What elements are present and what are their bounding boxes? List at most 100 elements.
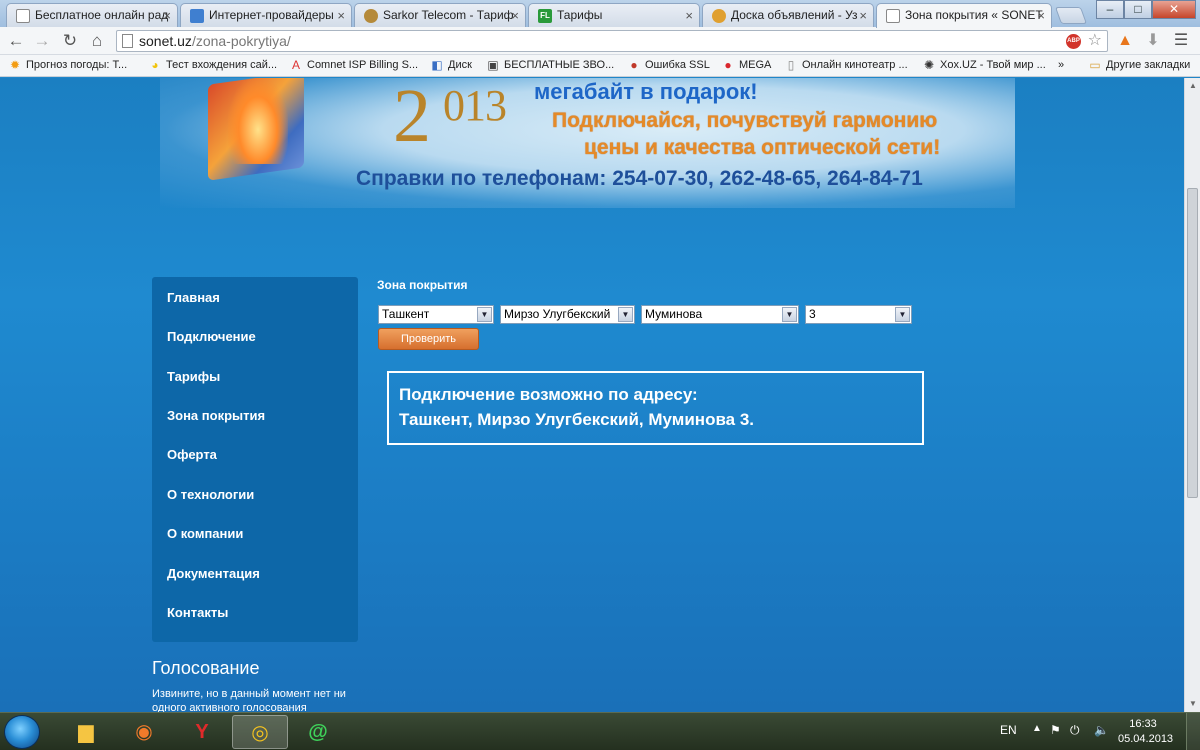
bookmarks-overflow-button[interactable]: » — [1058, 59, 1064, 71]
scroll-thumb[interactable] — [1187, 188, 1198, 498]
system-clock[interactable]: 16:33 05.04.2013 — [1118, 717, 1174, 747]
house-select[interactable]: 3 ▼ — [805, 305, 912, 324]
page-title: Зона покрытия — [377, 278, 468, 292]
tab-tariffs[interactable]: FL Тарифы × — [528, 3, 700, 27]
year-digit: 2 — [393, 78, 431, 158]
phone-icon: ▣ — [487, 58, 499, 72]
close-window-button[interactable]: ✕ — [1152, 0, 1196, 19]
city-select[interactable]: Ташкент ▼ — [378, 305, 494, 324]
scroll-up-icon[interactable]: ▲ — [1185, 78, 1200, 94]
sidebar-item-about[interactable]: О компании — [167, 526, 243, 541]
opera-icon: ● — [630, 58, 638, 72]
clock-time: 16:33 — [1129, 718, 1157, 730]
start-button[interactable] — [4, 715, 40, 749]
flag-icon[interactable]: ⚑ — [1050, 723, 1061, 737]
district-value: Мирзо Улугбекский — [504, 307, 611, 321]
sidebar-item-coverage[interactable]: Зона покрытия — [167, 408, 265, 423]
minimize-button[interactable]: – — [1096, 0, 1124, 19]
bookmark-seo-test[interactable]: ◕ Тест вхождения сай... — [148, 58, 277, 72]
volume-icon[interactable]: 🔈 — [1094, 723, 1109, 737]
tab-close-icon[interactable]: × — [859, 8, 867, 23]
home-icon[interactable]: ⌂ — [87, 31, 107, 51]
sidebar-item-technology[interactable]: О технологии — [167, 487, 254, 502]
tab-close-icon[interactable]: × — [163, 8, 171, 23]
provider-icon — [190, 9, 204, 23]
tray-expand-icon[interactable]: ▲ — [1032, 723, 1042, 734]
bookmark-label: Другие закладки — [1106, 59, 1191, 71]
tab-board[interactable]: Доска объявлений - Уз × — [702, 3, 874, 27]
browser-toolbar: ← → ↻ ⌂ sonet.uz/zona-pokrytiya/ ABP ☆ ▲… — [0, 27, 1200, 55]
tab-sarkor[interactable]: Sarkor Telecom - Тариф × — [354, 3, 526, 27]
bookmark-cinema[interactable]: ▯ Онлайн кинотеатр ... — [784, 58, 908, 72]
power-icon[interactable]: ⏻ — [1070, 723, 1080, 738]
sidebar-item-home[interactable]: Главная — [167, 290, 220, 305]
tab-coverage[interactable]: Зона покрытия « SONET × — [876, 3, 1052, 28]
clock-date: 05.04.2013 — [1118, 733, 1174, 745]
bookmark-free-calls[interactable]: ▣ БЕСПЛАТНЫЕ ЗВО... — [486, 58, 615, 72]
scroll-down-icon[interactable]: ▼ — [1185, 696, 1200, 712]
language-indicator[interactable]: EN — [1000, 723, 1017, 737]
window-controls: – □ ✕ — [1096, 0, 1196, 19]
xox-icon: ✺ — [923, 58, 935, 72]
bookmark-comnet[interactable]: A Comnet ISP Billing S... — [289, 58, 418, 72]
download-icon[interactable]: ⬇ — [1142, 30, 1164, 52]
other-bookmarks[interactable]: ▭ Другие закладки — [1088, 58, 1191, 72]
reload-icon[interactable]: ↻ — [60, 31, 80, 51]
tab-providers[interactable]: Интернет-провайдеры × — [180, 3, 352, 27]
fl-icon: FL — [538, 9, 552, 23]
adblock-icon[interactable]: ABP — [1066, 34, 1081, 49]
street-value: Муминова — [645, 307, 703, 321]
show-desktop-button[interactable] — [1186, 713, 1200, 750]
maximize-button[interactable]: □ — [1124, 0, 1152, 19]
year-rest: 013 — [443, 81, 507, 130]
district-select[interactable]: Мирзо Улугбекский ▼ — [500, 305, 635, 324]
sidebar-item-contacts[interactable]: Контакты — [167, 605, 228, 620]
voting-text: Извините, но в данный момент нет ни одно… — [152, 688, 346, 712]
bookmark-xox[interactable]: ✺ Xox.UZ - Твой мир ... — [922, 58, 1046, 72]
sidebar-item-offer[interactable]: Оферта — [167, 447, 217, 462]
mega-icon: ● — [724, 58, 732, 72]
new-tab-button[interactable] — [1054, 7, 1088, 24]
street-select[interactable]: Муминова ▼ — [641, 305, 799, 324]
page-icon — [886, 9, 900, 23]
bookmark-label: БЕСПЛАТНЫЕ ЗВО... — [504, 59, 615, 71]
dropdown-arrow-icon: ▼ — [782, 307, 797, 322]
browser-tab-strip: Бесплатное онлайн рад × Интернет-провайд… — [0, 0, 1200, 28]
bookmark-mega[interactable]: ● MEGA — [721, 58, 772, 72]
tab-title: Доска объявлений - Уз — [731, 8, 858, 22]
page-scrollbar[interactable]: ▲ ▼ — [1184, 78, 1200, 712]
bookmark-label: MEGA — [739, 59, 772, 71]
bookmark-star-icon[interactable]: ☆ — [1088, 31, 1102, 51]
tab-radio[interactable]: Бесплатное онлайн рад × — [6, 3, 178, 27]
folder-icon: ▭ — [1089, 58, 1101, 72]
firefox-icon[interactable]: ◉ — [116, 715, 172, 749]
taskbar: ▆ ◉ Y ◎ @ EN ▲ ⚑ ⏻ 🔈 16:33 05.04.2013 — [0, 712, 1200, 750]
address-bar[interactable]: sonet.uz/zona-pokrytiya/ ABP ☆ — [116, 30, 1108, 52]
agent-icon[interactable]: @ — [290, 715, 346, 749]
bookmark-ssl-error[interactable]: ● Ошибка SSL — [627, 58, 709, 72]
tab-close-icon[interactable]: × — [511, 8, 519, 23]
tab-close-icon[interactable]: × — [337, 8, 345, 23]
comnet-icon: A — [291, 58, 300, 72]
menu-icon[interactable]: ☰ — [1170, 30, 1192, 52]
forward-arrow-icon[interactable]: → — [32, 31, 52, 51]
vlc-cone-icon[interactable]: ▲ — [1114, 30, 1136, 52]
voting-title: Голосование — [152, 658, 260, 678]
chrome-icon[interactable]: ◎ — [232, 715, 288, 749]
bookmarks-bar: ✹ Прогноз погоды: Т... ◕ Тест вхождения … — [0, 55, 1200, 77]
sidebar-item-connection[interactable]: Подключение — [167, 329, 256, 344]
sidebar-item-tariffs[interactable]: Тарифы — [167, 369, 220, 384]
tab-close-icon[interactable]: × — [1037, 8, 1045, 23]
back-arrow-icon[interactable]: ← — [6, 31, 26, 51]
explorer-icon[interactable]: ▆ — [58, 715, 114, 749]
tab-close-icon[interactable]: × — [685, 8, 693, 23]
result-box: Подключение возможно по адресу: Ташкент,… — [387, 371, 924, 445]
sidebar-item-documents[interactable]: Документация — [167, 566, 260, 581]
dropdown-arrow-icon: ▼ — [618, 307, 633, 322]
bookmark-weather[interactable]: ✹ Прогноз погоды: Т... — [8, 58, 127, 72]
bookmark-disk[interactable]: ◧ Диск — [430, 58, 472, 72]
tab-title: Sarkor Telecom - Тариф — [383, 8, 514, 22]
check-button[interactable]: Проверить — [378, 328, 479, 350]
yandex-icon[interactable]: Y — [174, 715, 230, 749]
tab-title: Зона покрытия « SONET — [905, 8, 1043, 22]
